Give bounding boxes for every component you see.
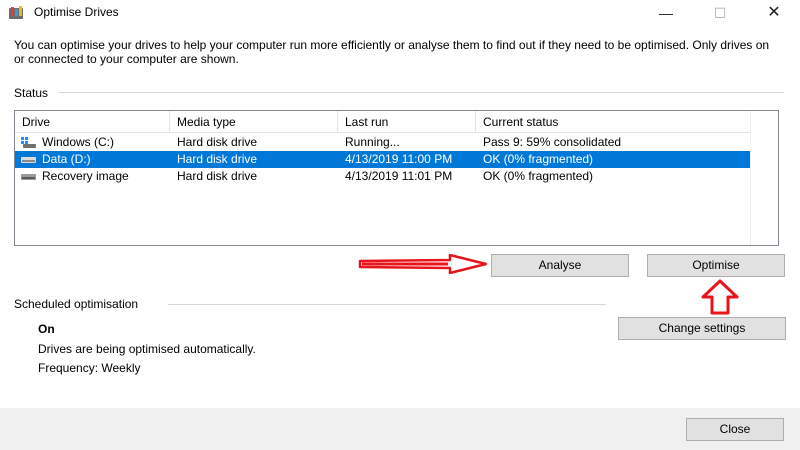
current-status: OK (0% fragmented) bbox=[483, 152, 594, 166]
drive-name: Windows (C:) bbox=[42, 135, 115, 149]
annotation-arrow-right-icon bbox=[358, 254, 488, 274]
media-type: Hard disk drive bbox=[177, 152, 258, 166]
window-title: Optimise Drives bbox=[34, 5, 119, 19]
schedule-description: Drives are being optimised automatically… bbox=[38, 342, 256, 356]
column-header-drive[interactable]: Drive bbox=[15, 111, 170, 133]
dialog-footer: Close bbox=[0, 408, 800, 450]
close-icon[interactable]: ✕ bbox=[751, 0, 797, 26]
current-status: OK (0% fragmented) bbox=[483, 169, 594, 183]
analyse-button[interactable]: Analyse bbox=[491, 254, 629, 277]
minimize-icon[interactable]: — bbox=[643, 0, 689, 26]
last-run: 4/13/2019 11:00 PM bbox=[345, 152, 453, 166]
drive-name: Recovery image bbox=[42, 169, 129, 183]
schedule-frequency: Frequency: Weekly bbox=[38, 361, 141, 375]
media-type: Hard disk drive bbox=[177, 135, 258, 149]
annotation-arrow-up-icon bbox=[701, 279, 739, 315]
close-button[interactable]: Close bbox=[686, 418, 784, 441]
title-bar: Optimise Drives — ☐ ✕ bbox=[0, 0, 800, 26]
drives-list-header: Drive Media type Last run Current status bbox=[15, 111, 778, 133]
change-settings-button[interactable]: Change settings bbox=[618, 317, 786, 340]
drive-row-data-d[interactable]: Data (D:) Hard disk drive 4/13/2019 11:0… bbox=[15, 151, 751, 168]
description-text: You can optimise your drives to help you… bbox=[14, 38, 770, 66]
media-type: Hard disk drive bbox=[177, 169, 258, 183]
drive-row-windows-c[interactable]: Windows (C:) Hard disk drive Running... … bbox=[15, 134, 751, 151]
hard-drive-icon bbox=[21, 154, 36, 165]
drive-row-recovery-image[interactable]: Recovery image Hard disk drive 4/13/2019… bbox=[15, 168, 751, 185]
schedule-state: On bbox=[38, 322, 55, 336]
column-header-media-type[interactable]: Media type bbox=[170, 111, 338, 133]
status-divider bbox=[58, 92, 784, 93]
optimise-drives-app-icon bbox=[8, 5, 24, 21]
column-header-last-run[interactable]: Last run bbox=[338, 111, 476, 133]
last-run: Running... bbox=[345, 135, 400, 149]
scheduled-divider bbox=[168, 304, 606, 305]
last-run: 4/13/2019 11:01 PM bbox=[345, 169, 453, 183]
hard-drive-icon bbox=[21, 171, 36, 182]
maximize-icon[interactable]: ☐ bbox=[697, 0, 743, 26]
status-section-label: Status bbox=[14, 86, 49, 100]
drive-name: Data (D:) bbox=[42, 152, 91, 166]
column-header-current-status[interactable]: Current status bbox=[476, 111, 751, 133]
list-scrollbar[interactable] bbox=[750, 111, 778, 245]
scheduled-optimisation-label: Scheduled optimisation bbox=[14, 297, 139, 311]
windows-drive-icon bbox=[21, 137, 36, 148]
current-status: Pass 9: 59% consolidated bbox=[483, 135, 622, 149]
optimise-button[interactable]: Optimise bbox=[647, 254, 785, 277]
drives-list[interactable]: Drive Media type Last run Current status… bbox=[14, 110, 779, 246]
